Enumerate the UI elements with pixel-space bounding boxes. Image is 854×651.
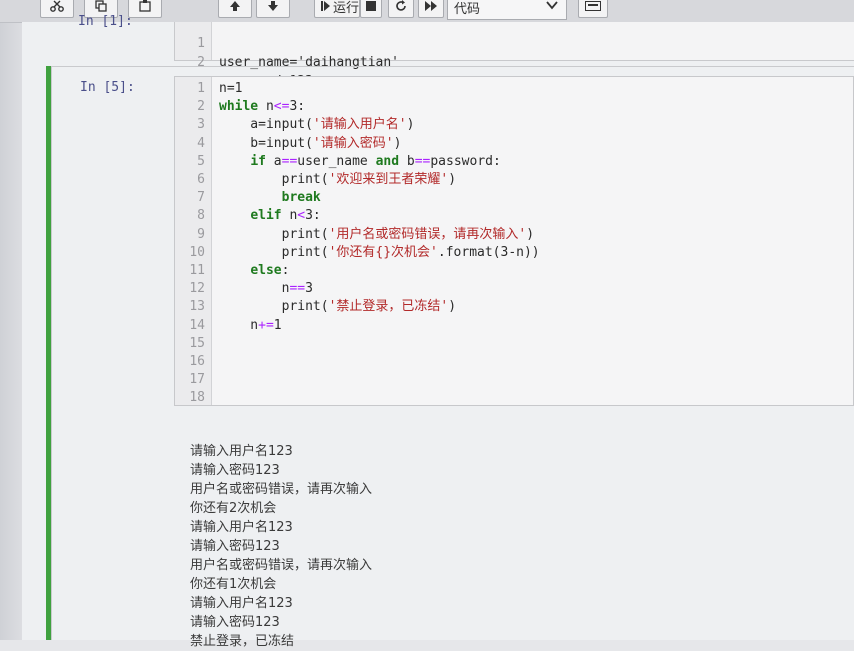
line-number: 5	[197, 153, 205, 169]
line-number: 4	[197, 135, 205, 151]
line-number: 6	[197, 172, 205, 187]
fast-forward-icon	[425, 1, 437, 11]
code-line: 2 while n<=3:	[175, 97, 853, 116]
line-number: 11	[189, 263, 205, 278]
code-text: print('禁止登录，已冻结')	[219, 299, 457, 315]
line-number: 9	[197, 226, 205, 242]
output-line: 请输入密码123	[190, 615, 280, 630]
line-number: 8	[197, 208, 205, 224]
paste-icon	[139, 0, 151, 12]
line-number: 1	[197, 81, 205, 96]
code-line: 3 a=input('请输入用户名')	[175, 115, 853, 134]
cell-prompt: In [5]:	[80, 80, 135, 95]
line-number: 16	[189, 354, 205, 369]
code-line: 2 password=123	[175, 34, 854, 89]
code-line: 15	[175, 334, 853, 353]
output-line: 禁止登录，已冻结	[190, 634, 295, 649]
code-line: 6 print('欢迎来到王者荣耀')	[175, 170, 853, 189]
code-line: 11 else:	[175, 261, 853, 280]
line-number: 17	[189, 372, 205, 388]
code-text: if a==user_name and b==password:	[250, 153, 501, 169]
output-line: 请输入密码123	[190, 463, 280, 478]
code-cell-selected[interactable]: In [5]: 1 n=1 2 while n<=3: 3 a=input('请输入用户…	[46, 66, 854, 649]
code-line: 12 n==3	[175, 279, 853, 298]
notebook-container: In [1]: 1 user_name='daihangtian' 2 pass…	[22, 14, 854, 649]
code-text: else:	[250, 263, 290, 278]
code-line: 17	[175, 370, 853, 389]
code-line: 9 print('用户名或密码错误，请再次输入')	[175, 225, 853, 244]
code-text: print('你还有{}次机会'.format(3-n))	[219, 244, 540, 260]
keyboard-icon	[585, 1, 601, 11]
code-line: 7 break	[175, 188, 853, 207]
scissors-icon	[50, 0, 64, 12]
copy-icon	[95, 0, 107, 12]
code-line: 18	[175, 388, 853, 407]
code-text: n=1	[219, 81, 243, 96]
code-line: 1 user_name='daihangtian'	[175, 15, 854, 70]
code-line: 13 print('禁止登录，已冻结')	[175, 297, 853, 316]
code-text: break	[281, 190, 321, 206]
line-number: 3	[197, 117, 205, 133]
code-line: 10 print('你还有{}次机会'.format(3-n))	[175, 243, 853, 262]
code-line: 1 n=1	[175, 79, 853, 98]
arrow-down-icon	[268, 1, 278, 11]
code-line: 8 elif n<3:	[175, 206, 853, 225]
paste-button[interactable]	[128, 0, 162, 18]
output-line: 请输入密码123	[190, 539, 280, 554]
line-number: 15	[189, 335, 205, 351]
code-line: 16	[175, 352, 853, 371]
stop-icon	[366, 1, 376, 11]
output-line: 请输入用户名123	[190, 444, 293, 459]
line-number: 2	[197, 99, 205, 115]
code-text: print('用户名或密码错误，请再次输入')	[219, 226, 535, 242]
code-text: n==3	[219, 281, 313, 297]
screen-bezel	[0, 0, 22, 640]
step-play-icon	[321, 1, 330, 11]
output-line: 请输入用户名123	[190, 520, 293, 535]
code-cell[interactable]: In [1]: 1 user_name='daihangtian' 2 pass…	[52, 14, 854, 89]
code-text: elif n<3:	[250, 208, 321, 224]
line-number: 10	[189, 244, 205, 260]
arrow-up-icon	[230, 1, 240, 11]
code-text: n+=1	[219, 317, 282, 333]
restart-icon	[396, 0, 406, 11]
code-line: 4 b=input('请输入密码')	[175, 134, 853, 153]
code-text: a=input('请输入用户名')	[219, 117, 415, 133]
cell-prompt: In [1]:	[78, 14, 133, 29]
code-editor[interactable]: 1 n=1 2 while n<=3: 3 a=input('请输入用户名') 4 b=i…	[174, 76, 854, 406]
code-text: while n<=3:	[219, 99, 306, 115]
line-number: 14	[189, 317, 205, 333]
code-line: 14 n+=1	[175, 316, 853, 335]
code-text: print('欢迎来到王者荣耀')	[219, 172, 457, 187]
code-text: b=input('请输入密码')	[219, 135, 402, 151]
line-number: 7	[197, 190, 205, 206]
output-line: 用户名或密码错误，请再次输入	[190, 482, 373, 497]
code-line: 5 if a==user_name and b==password:	[175, 152, 853, 171]
output-line: 你还有2次机会	[190, 501, 277, 516]
cell-output: 请输入用户名123 请输入密码123 用户名或密码错误，请再次输入 你还有2次机会 请输…	[190, 442, 790, 651]
code-editor[interactable]: 1 user_name='daihangtian' 2 password=123	[174, 22, 854, 89]
cut-button[interactable]	[40, 0, 74, 18]
line-number: 13	[189, 299, 205, 315]
output-line: 你还有1次机会	[190, 577, 277, 592]
output-line: 请输入用户名123	[190, 596, 293, 611]
line-number: 12	[189, 281, 205, 297]
line-number: 18	[189, 390, 205, 406]
run-button-label: 运行	[333, 0, 360, 16]
chevron-down-icon	[546, 1, 558, 10]
output-line: 用户名或密码错误，请再次输入	[190, 558, 373, 573]
